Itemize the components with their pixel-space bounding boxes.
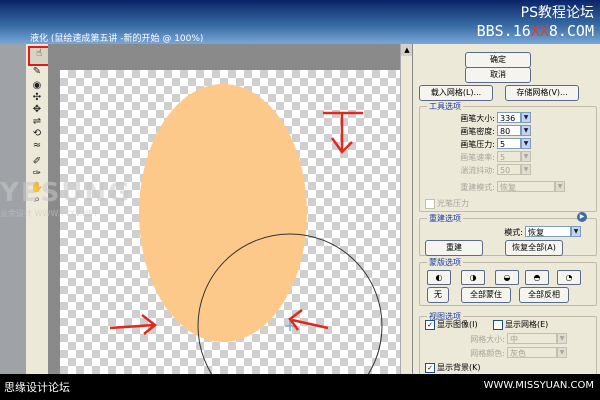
yesung-watermark-sub: 业余设计 WWW.YYXV.NET bbox=[0, 209, 99, 218]
mask-all-button[interactable]: 全部蒙住 bbox=[461, 287, 511, 303]
brush-rate-dropdown-icon: ▼ bbox=[521, 151, 531, 162]
expand-arrow-icon[interactable]: ▶ bbox=[577, 212, 587, 222]
reconstruct-mode-select: 恢复 bbox=[497, 181, 555, 192]
mesh-color-label: 网格颜色: bbox=[470, 349, 505, 358]
pucker-tool-icon[interactable]: ✣ bbox=[30, 92, 44, 104]
load-mesh-button[interactable]: 载入网格(L)... bbox=[419, 85, 493, 101]
reconstruct-options-title: 重建选项 bbox=[427, 213, 463, 224]
mesh-size-label: 网格大小: bbox=[470, 335, 505, 344]
bottom-watermark-bar: 思缘设计论坛 WWW.MISSYUAN.COM bbox=[0, 374, 600, 400]
site-watermark-title: PS教程论坛 bbox=[520, 5, 594, 21]
window-title: 液化 (鼠绘速成第五讲 -新的开始 @ 100%) bbox=[30, 34, 204, 44]
freeze-mask-tool-icon[interactable]: ✐ bbox=[30, 156, 44, 168]
forward-warp-tool-icon[interactable]: ☝ bbox=[28, 46, 50, 66]
show-backdrop-checkbox[interactable]: ✓ bbox=[425, 363, 435, 373]
options-panel: 确定 取消 载入网格(L)... 存储网格(V)... 工具选项 画笔大小: 3… bbox=[412, 44, 600, 378]
invert-all-button[interactable]: 全部反相 bbox=[519, 287, 569, 303]
yesung-watermark: YESUNG bbox=[0, 178, 132, 208]
show-mesh-label: 显示网格(E) bbox=[505, 320, 549, 329]
invert-selection-icon[interactable]: ◔ bbox=[557, 270, 581, 285]
bloat-tool-icon[interactable]: ✥ bbox=[30, 104, 44, 116]
restore-all-button[interactable]: 恢复全部(A) bbox=[505, 240, 563, 256]
ok-button[interactable]: 确定 bbox=[465, 52, 531, 68]
turbulent-jitter-label: 湍流抖动: bbox=[460, 166, 495, 175]
brush-density-label: 画笔密度: bbox=[460, 127, 495, 136]
add-to-selection-icon[interactable]: ◑ bbox=[461, 270, 485, 285]
brush-density-dropdown-icon[interactable]: ▼ bbox=[521, 125, 531, 136]
show-backdrop-label: 显示背景(K) bbox=[437, 363, 481, 372]
brush-pressure-input[interactable]: 5 bbox=[497, 138, 521, 149]
mask-none-button[interactable]: 无 bbox=[427, 287, 449, 303]
show-image-checkbox[interactable]: ✓ bbox=[425, 320, 435, 330]
mask-options-title: 蒙版选项 bbox=[427, 257, 463, 268]
title-bar: 液化 (鼠绘速成第五讲 -新的开始 @ 100%) PS教程论坛 BBS.16X… bbox=[0, 0, 600, 44]
reconstruct-tool-icon[interactable]: ✎ bbox=[30, 66, 44, 78]
brush-rate-input: 5 bbox=[497, 151, 521, 162]
twirl-tool-icon[interactable]: ◉ bbox=[30, 80, 44, 92]
brush-pressure-label: 画笔压力: bbox=[460, 140, 495, 149]
tool-options-title: 工具选项 bbox=[427, 101, 463, 112]
reconstruct-mode-option-select[interactable]: 恢复 bbox=[525, 226, 571, 237]
show-image-label: 显示图像(I) bbox=[437, 320, 478, 329]
mesh-size-select: 中 bbox=[507, 333, 557, 344]
mesh-color-dropdown-icon: ▼ bbox=[557, 347, 567, 358]
brush-rate-label: 画笔速率: bbox=[460, 153, 495, 162]
mirror-tool-icon[interactable]: ⟲ bbox=[30, 128, 44, 140]
preview-area bbox=[48, 44, 400, 374]
intersect-selection-icon[interactable]: ◓ bbox=[525, 270, 549, 285]
brush-size-input[interactable]: 336 bbox=[497, 112, 521, 123]
stylus-pressure-label: 光笔压力 bbox=[437, 199, 469, 208]
save-mesh-button[interactable]: 存储网格(V)... bbox=[505, 85, 579, 101]
arrow-down-top bbox=[323, 111, 363, 154]
turbulent-jitter-input: 50 bbox=[497, 164, 521, 175]
brush-size-label: 画笔大小: bbox=[460, 114, 495, 123]
bottom-right-text: WWW.MISSYUAN.COM bbox=[483, 380, 594, 391]
egg-shape bbox=[139, 84, 307, 342]
stylus-pressure-checkbox bbox=[425, 199, 435, 209]
brush-pressure-dropdown-icon[interactable]: ▼ bbox=[521, 138, 531, 149]
subtract-selection-icon[interactable]: ◒ bbox=[495, 270, 519, 285]
reconstruct-mode-option-label: 模式: bbox=[504, 228, 523, 237]
arrow-left-right bbox=[288, 309, 329, 331]
arrow-right-left bbox=[109, 314, 158, 335]
reconstruct-mode-dropdown-icon: ▼ bbox=[555, 181, 565, 192]
turbulence-tool-icon[interactable]: ≈ bbox=[30, 140, 44, 152]
reconstruct-button[interactable]: 重建 bbox=[425, 240, 483, 256]
canvas-artwork bbox=[109, 84, 383, 374]
transparent-canvas[interactable] bbox=[60, 70, 400, 374]
brush-size-dropdown-icon[interactable]: ▼ bbox=[521, 112, 531, 123]
show-mesh-checkbox[interactable] bbox=[493, 320, 503, 330]
mesh-size-dropdown-icon: ▼ bbox=[557, 333, 567, 344]
push-left-tool-icon[interactable]: ⇌ bbox=[30, 116, 44, 128]
reconstruct-mode-label: 重建模式: bbox=[460, 183, 495, 192]
reconstruct-mode-option-dropdown-icon[interactable]: ▼ bbox=[571, 226, 581, 237]
cancel-button[interactable]: 取消 bbox=[465, 67, 531, 83]
replace-selection-icon[interactable]: ◐ bbox=[427, 270, 451, 285]
mesh-color-select: 灰色 bbox=[507, 347, 557, 358]
brush-density-input[interactable]: 80 bbox=[497, 125, 521, 136]
site-watermark-url: BBS.16XX8.COM bbox=[476, 22, 594, 40]
turbulent-jitter-dropdown-icon: ▼ bbox=[521, 164, 531, 175]
bottom-left-text: 思缘设计论坛 bbox=[4, 381, 70, 394]
